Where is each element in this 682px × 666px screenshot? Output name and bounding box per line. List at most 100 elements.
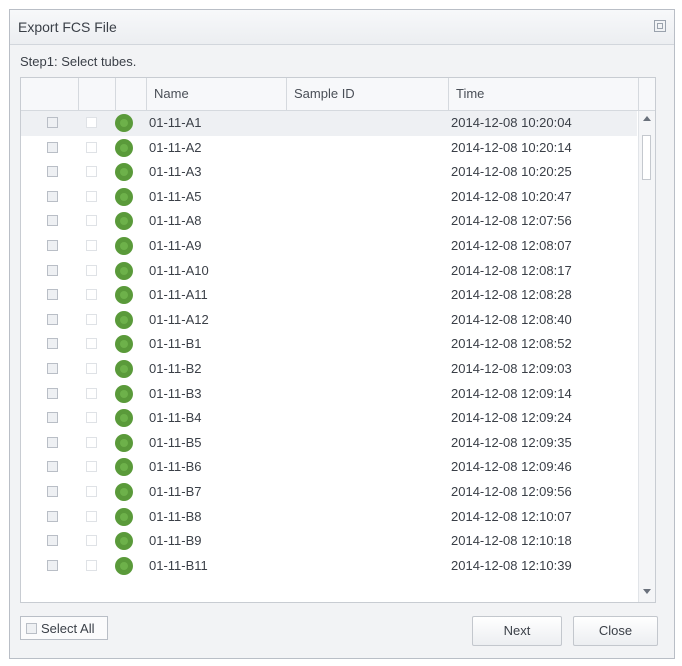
tube-time: 2014-12-08 12:08:28: [451, 287, 572, 303]
close-button[interactable]: Close: [573, 616, 658, 646]
table-row[interactable]: 01-11-A10 2014-12-08 12:08:17: [21, 259, 637, 284]
table-row[interactable]: 01-11-B7 2014-12-08 12:09:56: [21, 480, 637, 505]
row-select-checkbox[interactable]: [47, 461, 58, 473]
tube-time: 2014-12-08 12:10:18: [451, 533, 572, 549]
row-check-box[interactable]: [86, 239, 97, 251]
row-check-box[interactable]: [86, 264, 97, 276]
status-icon: [115, 187, 133, 206]
table-row[interactable]: 01-11-B5 2014-12-08 12:09:35: [21, 431, 637, 456]
tube-time: 2014-12-08 12:09:03: [451, 360, 572, 376]
row-select-checkbox[interactable]: [47, 485, 58, 497]
vertical-scrollbar[interactable]: [638, 111, 655, 602]
table-row[interactable]: 01-11-B4 2014-12-08 12:09:24: [21, 406, 637, 431]
row-select-checkbox[interactable]: [47, 166, 58, 178]
status-icon: [115, 507, 133, 526]
table-row[interactable]: 01-11-A9 2014-12-08 12:08:07: [21, 234, 637, 259]
tube-name: 01-11-A10: [149, 262, 209, 278]
row-select-checkbox[interactable]: [47, 313, 58, 325]
table-row[interactable]: 01-11-A12 2014-12-08 12:08:40: [21, 308, 637, 333]
row-select-checkbox[interactable]: [47, 215, 58, 227]
select-all-checkbox[interactable]: Select All: [20, 616, 108, 640]
header-check-column[interactable]: [79, 78, 116, 110]
row-select-checkbox[interactable]: [47, 412, 58, 424]
row-check-box[interactable]: [86, 166, 97, 178]
tube-name: 01-11-A9: [149, 237, 202, 253]
header-status-column[interactable]: [116, 78, 147, 110]
table-row[interactable]: 01-11-A8 2014-12-08 12:07:56: [21, 209, 637, 234]
tube-time: 2014-12-08 10:20:14: [451, 139, 572, 155]
row-select-checkbox[interactable]: [47, 535, 58, 547]
tube-time: 2014-12-08 12:07:56: [451, 213, 572, 229]
row-select-checkbox[interactable]: [47, 289, 58, 301]
table-row[interactable]: 01-11-A1 2014-12-08 10:20:04: [21, 111, 637, 136]
tube-name: 01-11-A12: [149, 311, 209, 327]
scroll-down-icon[interactable]: [643, 589, 651, 594]
table-header: Name Sample ID Time: [21, 78, 655, 111]
step-label: Step1: Select tubes.: [20, 54, 137, 69]
tube-name: 01-11-B4: [149, 410, 202, 426]
row-check-box[interactable]: [86, 387, 97, 399]
tube-name: 01-11-B9: [149, 533, 202, 549]
tube-time: 2014-12-08 12:10:07: [451, 508, 572, 524]
table-row[interactable]: 01-11-A3 2014-12-08 10:20:25: [21, 160, 637, 185]
row-select-checkbox[interactable]: [47, 510, 58, 522]
tube-name: 01-11-B7: [149, 483, 202, 499]
row-select-checkbox[interactable]: [47, 190, 58, 202]
table-row[interactable]: 01-11-B11 2014-12-08 12:10:39: [21, 554, 637, 579]
tube-name: 01-11-A3: [149, 164, 202, 180]
header-time[interactable]: Time: [449, 78, 639, 110]
title-bar: Export FCS File: [10, 10, 674, 45]
row-check-box[interactable]: [86, 535, 97, 547]
table-row[interactable]: 01-11-A5 2014-12-08 10:20:47: [21, 185, 637, 210]
row-check-box[interactable]: [86, 412, 97, 424]
row-check-box[interactable]: [86, 117, 97, 128]
row-check-box[interactable]: [86, 485, 97, 497]
row-select-checkbox[interactable]: [47, 362, 58, 374]
tube-name: 01-11-A5: [149, 188, 202, 204]
restore-icon[interactable]: [654, 20, 666, 32]
row-select-checkbox[interactable]: [47, 141, 58, 153]
status-icon: [115, 236, 133, 255]
table-row[interactable]: 01-11-A11 2014-12-08 12:08:28: [21, 283, 637, 308]
status-icon: [115, 384, 133, 403]
row-select-checkbox[interactable]: [47, 559, 58, 571]
row-check-box[interactable]: [86, 313, 97, 325]
row-check-box[interactable]: [86, 338, 97, 350]
tube-time: 2014-12-08 12:08:52: [451, 336, 572, 352]
table-row[interactable]: 01-11-B6 2014-12-08 12:09:46: [21, 455, 637, 480]
table-row[interactable]: 01-11-B1 2014-12-08 12:08:52: [21, 332, 637, 357]
row-check-box[interactable]: [86, 362, 97, 374]
row-check-box[interactable]: [86, 289, 97, 301]
header-select-column[interactable]: [21, 78, 79, 110]
tube-time: 2014-12-08 12:09:46: [451, 459, 572, 475]
row-check-box[interactable]: [86, 215, 97, 227]
next-button[interactable]: Next: [472, 616, 562, 646]
row-select-checkbox[interactable]: [47, 387, 58, 399]
tube-time: 2014-12-08 12:09:14: [451, 385, 572, 401]
row-check-box[interactable]: [86, 436, 97, 448]
row-select-checkbox[interactable]: [47, 239, 58, 251]
tube-name: 01-11-B2: [149, 360, 202, 376]
row-check-box[interactable]: [86, 559, 97, 571]
status-icon: [115, 433, 133, 452]
row-select-checkbox[interactable]: [47, 264, 58, 276]
table-row[interactable]: 01-11-B8 2014-12-08 12:10:07: [21, 505, 637, 530]
header-sample-id[interactable]: Sample ID: [287, 78, 449, 110]
row-select-checkbox[interactable]: [47, 436, 58, 448]
table-row[interactable]: 01-11-A2 2014-12-08 10:20:14: [21, 136, 637, 161]
row-select-checkbox[interactable]: [47, 338, 58, 350]
row-check-box[interactable]: [86, 141, 97, 153]
row-select-checkbox[interactable]: [47, 117, 58, 128]
header-name[interactable]: Name: [147, 78, 287, 110]
table-row[interactable]: 01-11-B3 2014-12-08 12:09:14: [21, 382, 637, 407]
scroll-up-icon[interactable]: [643, 116, 651, 121]
status-icon: [115, 482, 133, 501]
select-all-box[interactable]: [26, 623, 37, 634]
table-row[interactable]: 01-11-B9 2014-12-08 12:10:18: [21, 529, 637, 554]
scroll-thumb[interactable]: [642, 135, 651, 180]
row-check-box[interactable]: [86, 510, 97, 522]
table-row[interactable]: 01-11-B2 2014-12-08 12:09:03: [21, 357, 637, 382]
status-icon: [115, 212, 133, 231]
row-check-box[interactable]: [86, 461, 97, 473]
row-check-box[interactable]: [86, 190, 97, 202]
